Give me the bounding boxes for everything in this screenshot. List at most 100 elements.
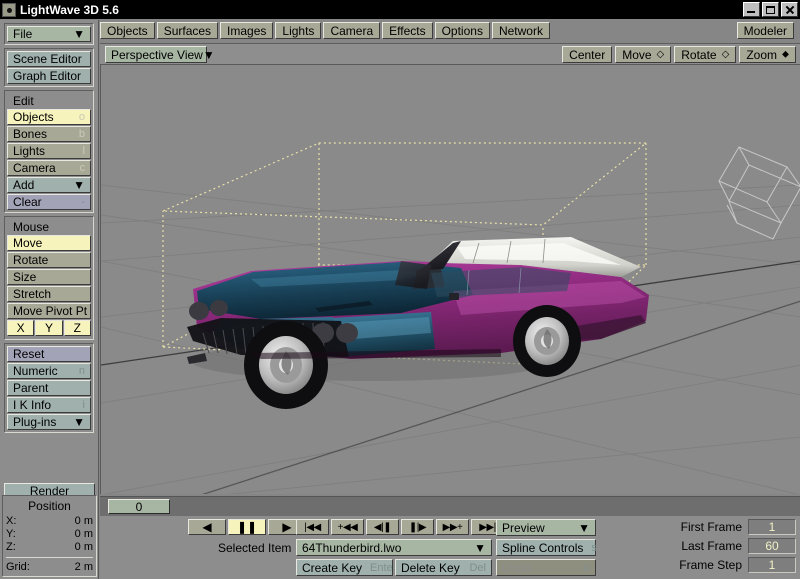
add-label: Add <box>13 178 35 192</box>
view-mode-dropdown[interactable]: Perspective View ▼ <box>105 46 215 63</box>
sidebar-item-move-pivot-pt[interactable]: Move Pivot Pt <box>7 303 91 319</box>
zoom-view-button[interactable]: Zoom ⬥ <box>739 46 796 63</box>
selected-item-value: 64Thunderbird.lwo <box>302 540 402 555</box>
grid-label: Grid: <box>6 561 30 573</box>
close-button[interactable] <box>781 2 798 17</box>
menu-tab-camera[interactable]: Camera <box>323 22 381 39</box>
sidebar-item-lights[interactable]: Lights l <box>7 143 91 159</box>
spline-controls-button[interactable]: Spline Controls s <box>496 539 597 556</box>
sidebar-item-size[interactable]: Size <box>7 269 91 285</box>
sidebar-item-stretch[interactable]: Stretch <box>7 286 91 302</box>
play-reverse-button[interactable]: ◀ <box>188 519 226 535</box>
playback-controls: ◀ ❚❚ ▶ <box>188 519 306 535</box>
editors-group: Scene Editor Graph Editor <box>4 48 94 87</box>
menu-tab-images[interactable]: Images <box>220 22 274 39</box>
chevron-down-icon: ▼ <box>73 27 85 41</box>
create-key-button[interactable]: Create Key Enter <box>296 559 396 576</box>
edit-group: Edit Objects o Bones b Lights l Camera c… <box>4 90 94 213</box>
viewport-nav-controls: Center Move ◇ Rotate ◇ Zoom ⬥ <box>562 46 796 63</box>
bones-label: Bones <box>13 127 48 141</box>
grid-value: 2 m <box>74 561 93 573</box>
frame-step-input[interactable]: 1 <box>748 557 796 573</box>
chevron-down-icon: ▼ <box>73 415 85 429</box>
frame-step-row: Frame Step 1 <box>679 557 796 573</box>
undo-label: Undo <box>502 560 531 575</box>
move-view-button[interactable]: Move ◇ <box>615 46 672 63</box>
center-view-button[interactable]: Center <box>562 46 613 63</box>
sidebar-item-objects[interactable]: Objects o <box>7 109 91 125</box>
sidebar-item-camera[interactable]: Camera c <box>7 160 91 176</box>
timeline-frame-thumb[interactable]: 0 <box>108 499 170 514</box>
rotate-view-button[interactable]: Rotate ◇ <box>674 46 737 63</box>
position-panel-title: Position <box>28 499 71 513</box>
preview-dropdown[interactable]: Preview ▼ <box>496 519 596 536</box>
menu-tab-lights[interactable]: Lights <box>275 22 322 39</box>
maximize-button[interactable] <box>762 2 779 17</box>
numeric-button[interactable]: Numeric n <box>7 363 91 379</box>
clear-label: Clear <box>13 195 42 209</box>
axis-toggle-z[interactable]: Z <box>63 320 91 336</box>
first-frame-input[interactable]: 1 <box>748 519 796 535</box>
menu-tab-surfaces[interactable]: Surfaces <box>156 22 219 39</box>
plugins-label: Plug-ins <box>13 415 57 429</box>
timeline-track[interactable] <box>172 498 800 516</box>
sidebar-item-move[interactable]: Move <box>7 235 91 251</box>
view-mode-label: Perspective View <box>111 47 203 62</box>
file-dropdown[interactable]: File ▼ <box>7 26 91 42</box>
camera-hotkey: c <box>79 162 86 174</box>
frame-step-label: Frame Step <box>679 558 742 572</box>
ik-info-label: I K Info <box>13 398 52 412</box>
undo-button: Undo u <box>496 559 596 576</box>
sidebar-item-bones[interactable]: Bones b <box>7 126 91 142</box>
chevron-down-icon: ▼ <box>474 540 486 555</box>
perspective-viewport[interactable] <box>100 64 800 494</box>
menu-tab-effects[interactable]: Effects <box>382 22 433 39</box>
menu-tab-options[interactable]: Options <box>434 22 490 39</box>
plugins-dropdown[interactable]: Plug-ins ▼ <box>7 414 91 430</box>
left-sidebar: File ▼ Scene Editor Graph Editor Edit Ob… <box>0 20 99 579</box>
chevron-down-icon: ▼ <box>73 178 85 192</box>
last-frame-input[interactable]: 60 <box>748 538 796 554</box>
graph-editor-button[interactable]: Graph Editor <box>7 68 91 84</box>
parent-button[interactable]: Parent <box>7 380 91 396</box>
position-x-label: X: <box>6 515 17 527</box>
title-bar: LightWave 3D 5.6 <box>0 0 800 19</box>
reset-button[interactable]: Reset <box>7 346 91 362</box>
lightwave-app-window: LightWave 3D 5.6 Objects Surfaces Images… <box>0 0 800 579</box>
file-label: File <box>13 27 33 41</box>
menu-tab-list: Objects Surfaces Images Lights Camera Ef… <box>100 20 800 39</box>
step-back-button[interactable]: ◀|❚ <box>366 519 399 535</box>
first-frame-row: First Frame 1 <box>679 519 796 535</box>
scene-editor-button[interactable]: Scene Editor <box>7 51 91 67</box>
spline-controls-hotkey: s <box>591 541 597 554</box>
axis-toggle-group: X Y Z <box>7 320 91 337</box>
last-frame-label: Last Frame <box>681 539 742 553</box>
mouse-section-header: Mouse <box>7 219 91 234</box>
delete-key-button[interactable]: Delete Key Del <box>395 559 492 576</box>
file-group: File ▼ <box>4 23 94 45</box>
preview-label: Preview <box>502 520 545 535</box>
position-z-label: Z: <box>6 541 16 553</box>
frame-step-controls: |◀◀ +◀◀ ◀|❚ ❚|▶ ▶▶+ ▶▶| <box>296 519 504 535</box>
timeline-scrubber[interactable]: 0 <box>100 496 800 516</box>
rotate-diamond-icon: ◇ <box>721 49 730 60</box>
sidebar-item-add[interactable]: Add ▼ <box>7 177 91 193</box>
goto-first-frame-button[interactable]: |◀◀ <box>296 519 329 535</box>
ik-info-button[interactable]: I K Info i <box>7 397 91 413</box>
menu-tab-network[interactable]: Network <box>491 22 550 39</box>
create-key-label: Create Key <box>302 560 363 575</box>
menu-tab-objects[interactable]: Objects <box>100 22 155 39</box>
minimize-button[interactable] <box>743 2 760 17</box>
selected-item-dropdown[interactable]: 64Thunderbird.lwo ▼ <box>296 539 492 556</box>
step-forward-button[interactable]: ❚|▶ <box>401 519 434 535</box>
modeler-button[interactable]: Modeler <box>736 22 794 39</box>
next-key-button[interactable]: ▶▶+ <box>436 519 469 535</box>
axis-toggle-y[interactable]: Y <box>35 320 63 336</box>
pause-button[interactable]: ❚❚ <box>228 519 266 535</box>
prev-key-button[interactable]: +◀◀ <box>331 519 364 535</box>
zoom-view-label: Zoom <box>746 47 777 62</box>
sidebar-item-rotate[interactable]: Rotate <box>7 252 91 268</box>
sidebar-item-clear[interactable]: Clear - <box>7 194 91 210</box>
axis-toggle-x[interactable]: X <box>7 320 35 336</box>
bones-hotkey: b <box>78 128 85 140</box>
